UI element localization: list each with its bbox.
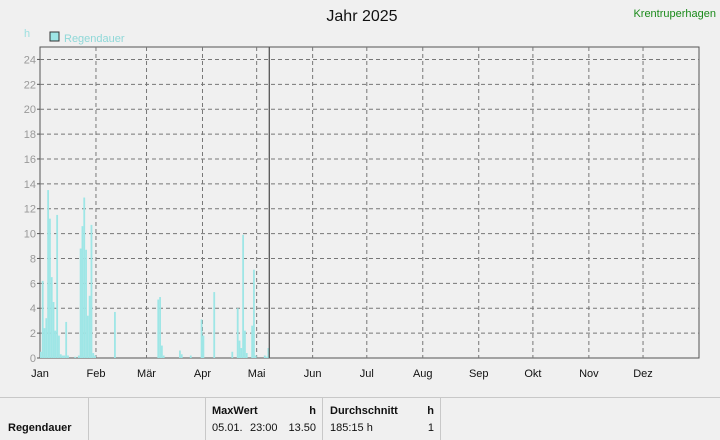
- bar-day-30: [94, 355, 96, 358]
- avg-unit: h: [427, 405, 434, 417]
- bar-day-29: [92, 353, 95, 358]
- bar-day-66: [159, 297, 161, 358]
- bar-day-41: [114, 311, 116, 358]
- bar-day-65: [157, 299, 160, 358]
- max-unit: h: [309, 405, 316, 417]
- footer-max-cell: MaxWert h 05.01. 23:00 13.50: [206, 398, 323, 440]
- legend-swatch: [49, 31, 60, 42]
- bar-day-118: [253, 269, 255, 358]
- max-value: 13.50: [288, 422, 316, 434]
- x-tick-label-7: Aug: [413, 368, 433, 380]
- x-tick-label-2: Mär: [137, 368, 156, 380]
- y-tick-label-12: 12: [24, 204, 36, 216]
- bar-day-24: [83, 197, 86, 358]
- bar-day-25: [85, 249, 87, 358]
- footer-empty-cell: [89, 398, 206, 440]
- bar-day-110: [238, 340, 241, 358]
- y-axis-unit: h: [24, 28, 30, 40]
- footer-row-label: Regendauer: [8, 422, 72, 434]
- y-tick-label-22: 22: [24, 79, 36, 91]
- bar-day-13: [63, 355, 66, 358]
- avg-count: 1: [427, 422, 434, 434]
- bar-day-124: [263, 355, 266, 358]
- bar-day-89: [200, 319, 203, 358]
- x-tick-label-6: Jul: [360, 368, 374, 380]
- bar-day-90: [202, 335, 205, 358]
- bar-day-15: [67, 355, 69, 358]
- bar-day-113: [244, 330, 246, 358]
- bar-day-28: [90, 224, 93, 358]
- bar-day-106: [231, 351, 234, 358]
- x-tick-label-9: Okt: [524, 368, 541, 380]
- x-tick-label-4: Mai: [248, 368, 266, 380]
- bar-day-5: [49, 218, 51, 358]
- footer-label-cell: Regendauer: [0, 398, 89, 440]
- y-tick-label-6: 6: [30, 278, 36, 290]
- bar-day-0: [40, 351, 42, 358]
- bar-day-3: [45, 318, 48, 358]
- max-date: 05.01.: [212, 422, 243, 434]
- plot-area: [39, 46, 700, 359]
- bar-day-2: [43, 328, 46, 358]
- bar-day-112: [242, 234, 245, 358]
- x-tick-label-8: Sep: [469, 368, 489, 380]
- bar-day-9: [56, 214, 59, 358]
- station-name: Krentruperhagen: [633, 8, 716, 20]
- y-tick-label-4: 4: [30, 303, 36, 315]
- rain-duration-chart: Jahr 2025 Krentruperhagen h Regendauer 0…: [24, 8, 716, 380]
- bar-day-22: [79, 248, 82, 358]
- y-tick-label-10: 10: [24, 229, 36, 241]
- bar-day-11: [59, 354, 62, 358]
- x-tick-label-0: Jan: [31, 368, 49, 380]
- bar-day-7: [52, 302, 55, 358]
- bar-day-109: [236, 308, 239, 358]
- avg-value: 185:15 h: [330, 422, 373, 434]
- bar-day-10: [58, 335, 60, 358]
- y-tick-label-8: 8: [30, 253, 36, 265]
- y-tick-label-2: 2: [30, 328, 36, 340]
- bar-day-117: [251, 325, 254, 358]
- bar-day-14: [65, 321, 68, 358]
- x-tick-label-10: Nov: [579, 368, 599, 380]
- bar-day-125: [265, 356, 268, 358]
- bar-day-77: [179, 350, 181, 358]
- x-tick-label-11: Dez: [633, 368, 653, 380]
- bar-day-6: [50, 277, 53, 358]
- bar-day-67: [160, 345, 163, 358]
- legend-label: Regendauer: [64, 33, 125, 45]
- x-tick-label-3: Apr: [194, 368, 211, 380]
- bar-day-96: [213, 292, 216, 358]
- bar-day-119: [254, 355, 257, 358]
- x-tick-label-1: Feb: [86, 368, 105, 380]
- y-tick-label-24: 24: [24, 54, 36, 66]
- bar-day-19: [74, 356, 77, 358]
- y-tick-label-20: 20: [24, 104, 36, 116]
- bar-day-27: [88, 295, 91, 358]
- bar-day-8: [54, 330, 57, 358]
- bar-day-78: [180, 354, 183, 358]
- x-axis-ticks: Jan Feb Mär Apr Mai Jun Jul Aug Sep Okt Nov Dez: [31, 368, 653, 380]
- bar-day-111: [240, 348, 243, 358]
- max-title: MaxWert: [212, 405, 258, 417]
- bar-day-68: [162, 355, 165, 358]
- y-tick-label-18: 18: [24, 129, 36, 141]
- bar-day-4: [47, 190, 50, 358]
- bar-day-26: [86, 315, 89, 358]
- bar-day-21: [77, 355, 80, 358]
- y-axis-ticks: 024681012141618202224: [24, 54, 40, 365]
- y-tick-label-14: 14: [24, 179, 36, 191]
- max-time: 23:00: [250, 422, 278, 434]
- bar-day-114: [245, 353, 248, 358]
- x-tick-label-5: Jun: [304, 368, 322, 380]
- bar-day-1: [41, 280, 44, 358]
- stats-footer: Regendauer MaxWert h 05.01. 23:00 13.50 …: [0, 397, 720, 440]
- y-tick-label-0: 0: [30, 353, 36, 365]
- bar-day-83: [189, 355, 192, 358]
- footer-avg-cell: Durchschnitt h 185:15 h 1: [323, 398, 441, 440]
- bar-day-12: [61, 355, 64, 358]
- y-tick-label-16: 16: [24, 154, 36, 166]
- chart-title: Jahr 2025: [326, 8, 397, 25]
- bar-day-23: [81, 226, 84, 358]
- avg-title: Durchschnitt: [330, 405, 398, 417]
